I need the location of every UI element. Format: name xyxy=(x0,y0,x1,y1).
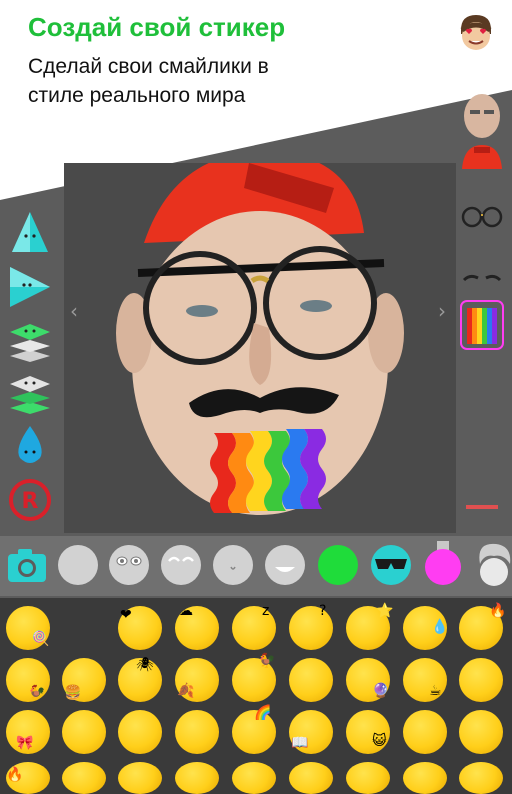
sticker-decoration-icon: 🍔 xyxy=(64,685,82,701)
sticker-face-composition xyxy=(116,163,404,515)
camera-icon[interactable] xyxy=(6,546,48,584)
sticker-decoration-icon: ☁ xyxy=(179,603,193,619)
flag-shape-icon[interactable] xyxy=(8,265,52,309)
rainbow-tongue-layer xyxy=(210,429,326,513)
sticker-decoration-icon: 😺 xyxy=(372,733,387,749)
sticker-decoration-icon: z xyxy=(262,603,270,619)
previous-arrow[interactable]: ‹ xyxy=(70,299,78,323)
emoji-sticker-item[interactable] xyxy=(459,762,503,794)
red-cap-thumb[interactable] xyxy=(460,143,504,173)
heart-eyes-emoji-icon xyxy=(460,15,492,50)
layers-green-icon[interactable] xyxy=(8,320,52,364)
rainbow-thumb[interactable] xyxy=(460,300,504,350)
layers-gray-icon[interactable] xyxy=(8,372,52,416)
emoji-sticker-item[interactable] xyxy=(62,710,106,754)
emoji-sticker-item[interactable] xyxy=(62,762,106,794)
emoji-sticker-item[interactable] xyxy=(232,762,276,794)
sticker-decoration-icon: 🔥 xyxy=(6,767,24,783)
sticker-decoration-icon: 🕷 xyxy=(136,657,154,673)
sticker-decoration-icon: ⭐ xyxy=(376,603,394,619)
sticker-decoration-icon: 🐓 xyxy=(28,685,46,701)
nose-face-icon[interactable] xyxy=(213,545,253,585)
sticker-decoration-icon: ❤ xyxy=(120,607,132,623)
smile-face-icon[interactable] xyxy=(265,545,305,585)
emoji-sticker-item[interactable] xyxy=(175,710,219,754)
emoji-sticker-item[interactable] xyxy=(175,762,219,794)
glasses-thumb[interactable] xyxy=(460,205,504,229)
emoji-sticker-item[interactable] xyxy=(118,762,162,794)
subtitle-line-1: Сделай свои смайлики в xyxy=(28,55,269,78)
next-arrow[interactable]: › xyxy=(438,299,446,323)
sticker-decoration-icon: 🎀 xyxy=(16,735,34,751)
red-dash-thumb[interactable] xyxy=(460,502,504,512)
sticker-canvas[interactable]: ‹ › xyxy=(64,163,456,533)
sticker-decoration-icon: 🐓 xyxy=(258,653,276,669)
eyes-face-icon[interactable] xyxy=(109,545,149,585)
sticker-decoration-icon: 📖 xyxy=(291,735,309,751)
sticker-decoration-icon: ☕ xyxy=(429,683,442,699)
sticker-decoration-icon: 🔥 xyxy=(489,603,507,619)
subtitle-line-2: стиле реального мира xyxy=(28,84,246,107)
sticker-decoration-icon: 🍭 xyxy=(32,631,50,647)
green-face-icon[interactable] xyxy=(318,545,358,585)
emoji-sticker-item[interactable] xyxy=(346,762,390,794)
emoji-sticker-item[interactable] xyxy=(403,762,447,794)
emoji-sticker-item[interactable] xyxy=(289,658,333,702)
emoji-sticker-item[interactable] xyxy=(459,710,503,754)
face-photo-thumb[interactable] xyxy=(460,90,504,140)
sunglasses-face-icon[interactable] xyxy=(371,545,411,585)
emoji-sticker-item[interactable] xyxy=(118,710,162,754)
hair-icon[interactable] xyxy=(474,540,512,586)
eyebrows-thumb[interactable] xyxy=(460,270,504,286)
emoji-sticker-item[interactable] xyxy=(289,762,333,794)
sticker-decoration-icon: 💧 xyxy=(431,619,449,635)
blank-face-icon[interactable] xyxy=(58,545,98,585)
magenta-potion-icon[interactable] xyxy=(423,541,463,585)
closed-eyes-face-icon[interactable] xyxy=(161,545,201,585)
sticker-decoration-icon: ? xyxy=(319,603,327,619)
water-drop-icon[interactable] xyxy=(8,424,52,468)
svg-text:R: R xyxy=(22,489,39,514)
sticker-decoration-icon: 🍂 xyxy=(177,683,195,699)
triangle-shape-icon[interactable] xyxy=(8,210,52,254)
emoji-sticker-item[interactable] xyxy=(403,710,447,754)
page-title: Создай свой стикер xyxy=(28,12,286,42)
emoji-sticker-item[interactable] xyxy=(232,606,276,650)
sticker-decoration-icon: 🌈 xyxy=(254,705,272,721)
emoji-sticker-item[interactable] xyxy=(459,658,503,702)
registered-mark-icon[interactable]: R xyxy=(8,478,52,522)
sticker-decoration-icon: 🔮 xyxy=(372,683,390,699)
